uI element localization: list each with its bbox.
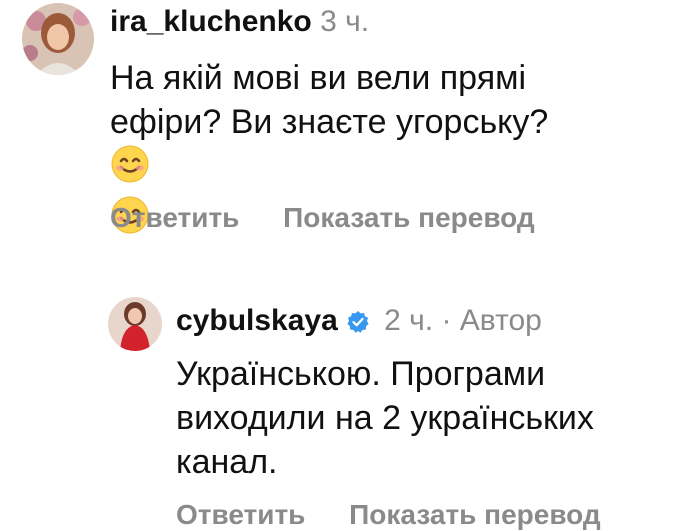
show-translation-button[interactable]: Показать перевод (349, 499, 601, 530)
reply-button[interactable]: Ответить (176, 499, 305, 530)
comment-text-line: виходили на 2 українських (176, 399, 594, 437)
separator: · (441, 304, 452, 337)
comment-header: ira_kluchenko 3 ч. (110, 4, 369, 40)
comment-text-line: канал. (176, 443, 278, 481)
comment-text-line: Українською. Програми (176, 355, 546, 393)
username[interactable]: cybulskaya (176, 304, 338, 337)
avatar[interactable] (22, 3, 94, 75)
username[interactable]: ira_kluchenko (110, 5, 312, 38)
comment-text: Українською. Програми виходили на 2 укра… (176, 352, 594, 484)
verified-badge-icon (346, 307, 370, 343)
smiling-face-emoji-icon (110, 144, 548, 195)
comment-header: cybulskaya 2 ч. · Автор (176, 303, 542, 343)
show-translation-button[interactable]: Показать перевод (283, 202, 535, 233)
comment-actions: Ответить Показать перевод (110, 202, 571, 234)
author-label: Автор (459, 304, 542, 337)
avatar[interactable] (108, 297, 162, 351)
comment-text-line: На якій мові ви вели прямі (110, 59, 527, 97)
comment-actions: Ответить Показать перевод (176, 499, 637, 531)
comment-text-line: ефіри? Ви знаєте угорську? (110, 100, 548, 195)
timestamp: 2 ч. (384, 304, 434, 337)
timestamp: 3 ч. (320, 5, 370, 38)
reply-button[interactable]: Ответить (110, 202, 239, 233)
